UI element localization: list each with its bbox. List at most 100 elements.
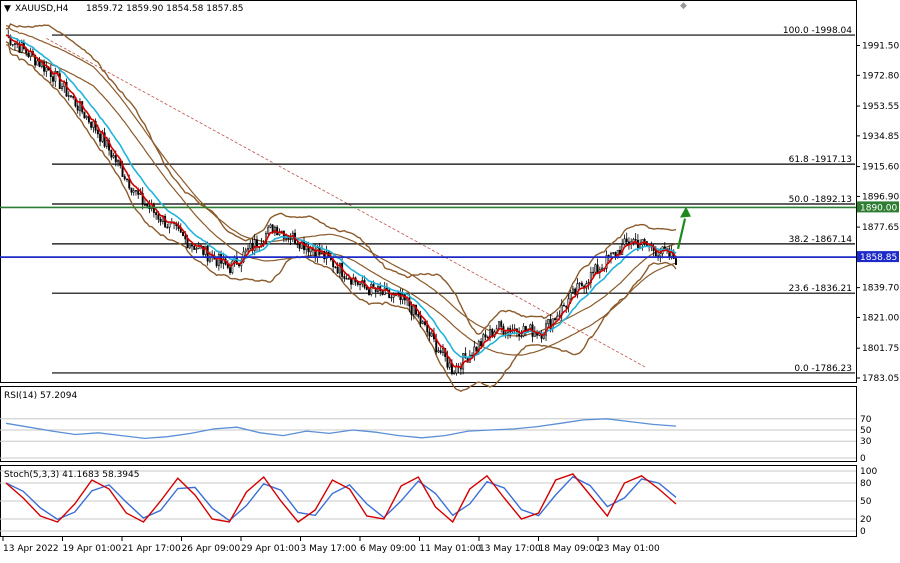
candle-body [132, 190, 135, 193]
trendline-layer [46, 37, 646, 368]
current-price-label: 1858.85 [860, 253, 897, 263]
candle-body [484, 334, 487, 338]
candle-body [524, 326, 527, 332]
candle-body [146, 204, 149, 207]
candle-body [137, 190, 140, 195]
candle-body [533, 332, 536, 337]
candle-body [184, 235, 187, 240]
horizontal-lines-layer [0, 206, 856, 258]
candle-body [569, 292, 572, 300]
candle-body [126, 178, 128, 181]
candle-body [157, 214, 160, 220]
collapse-triangle-icon[interactable]: ▼ [4, 4, 11, 14]
candle-body [437, 350, 440, 353]
time-tick-label: 13 Apr 2022 [3, 544, 59, 554]
candle-body [229, 267, 232, 274]
candle-body [76, 105, 79, 111]
candle-body [217, 253, 220, 267]
candle-body [596, 264, 599, 273]
candle-body [186, 238, 189, 249]
rsi-pane-frame [0, 386, 857, 462]
candle-body [27, 52, 30, 57]
candle-body [298, 244, 301, 249]
candle-body [117, 160, 120, 163]
candle-body [276, 226, 279, 236]
fibonacci-layer: 100.0 -1998.04 61.8 -1917.13 50.0 -1892.13… [52, 26, 855, 374]
stoch-level-label: 50 [860, 497, 872, 507]
candle-body [182, 231, 184, 237]
candle-body [578, 282, 581, 285]
rsi-level-label: 50 [860, 426, 872, 436]
candle-body [571, 288, 574, 293]
stoch-level-label: 80 [860, 479, 872, 489]
chart-canvas[interactable]: 100.0 -1998.04 61.8 -1917.13 50.0 -1892.13… [0, 0, 900, 560]
candle-body [410, 305, 413, 315]
candle-body [520, 335, 523, 338]
candle-body [594, 264, 597, 273]
candle-body [244, 249, 247, 253]
candle-body [448, 362, 451, 368]
candle-body [289, 238, 292, 240]
candle-body [356, 281, 359, 285]
stoch-level-label: 20 [860, 515, 872, 525]
price-tick-label: 1783.05 [862, 374, 899, 384]
candle-body [123, 176, 126, 180]
candle-body [383, 287, 386, 295]
price-tick-label: 1839.70 [862, 284, 899, 294]
price-tick-label: 1801.75 [862, 344, 899, 354]
candle-body [574, 288, 577, 295]
candle-body [99, 133, 102, 142]
candle-body [130, 187, 133, 193]
candle-body [547, 319, 550, 325]
fib-level-label: 61.8 -1917.13 [789, 155, 852, 165]
candle-body [188, 244, 191, 249]
candle-body [359, 283, 362, 286]
moving-averages-layer [5, 34, 677, 369]
rsi-level-label: 70 [860, 415, 872, 425]
downtrend-line [46, 37, 646, 368]
candle-body [112, 155, 115, 158]
candle-body [316, 247, 319, 258]
candle-body [500, 321, 503, 327]
price-tick-label: 1877.65 [862, 223, 899, 233]
candle-body [498, 321, 500, 330]
candle-body [659, 253, 662, 257]
candle-body [623, 238, 626, 245]
candle-body [592, 271, 595, 274]
candle-body [345, 278, 348, 280]
stoch-label: Stoch(5,3,3) 41.1683 58.3945 [4, 470, 139, 480]
candle-body [159, 218, 162, 222]
fib-level-label: 0.0 -1786.23 [794, 364, 852, 374]
candle-body [96, 129, 99, 135]
candle-body [249, 242, 252, 249]
candle-body [85, 115, 88, 119]
candle-body [480, 341, 483, 346]
time-tick-label: 6 May 09:00 [360, 544, 416, 554]
candle-body [110, 149, 113, 158]
candle-body [267, 226, 270, 234]
candle-body [134, 190, 137, 192]
candle-body [439, 350, 442, 353]
candle-body [52, 76, 55, 82]
candle-body [556, 315, 559, 320]
fast-ema-line [5, 34, 677, 369]
time-tick-label: 18 May 09:00 [539, 544, 601, 554]
candle-body [347, 278, 350, 280]
chart-terminal: 100.0 -1998.04 61.8 -1917.13 50.0 -1892.13… [0, 0, 900, 560]
candle-body [634, 239, 637, 241]
candle-body [90, 121, 93, 128]
candle-body [428, 331, 431, 337]
candle-body [191, 244, 193, 247]
candle-body [231, 260, 234, 274]
candle-body [504, 332, 507, 334]
candle-body [475, 346, 478, 352]
candle-body [565, 305, 568, 308]
candle-body [370, 283, 373, 295]
candle-body [45, 67, 48, 72]
candle-body [70, 95, 72, 97]
candle-body [208, 257, 211, 262]
rsi-label: RSI(14) 57.2094 [4, 391, 77, 401]
candle-body [486, 336, 489, 339]
candle-body [601, 267, 604, 270]
candle-body [627, 241, 630, 245]
